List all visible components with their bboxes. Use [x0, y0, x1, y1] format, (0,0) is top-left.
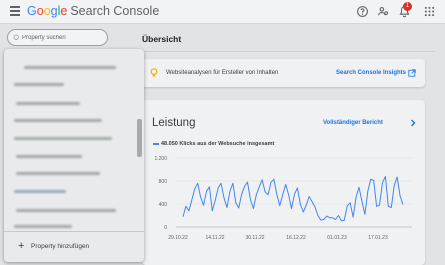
property-item[interactable] — [10, 132, 134, 146]
logo-letter: g — [50, 4, 58, 18]
property-url-blurred — [16, 155, 82, 158]
property-dropdown: + Property hinzufügen — [4, 49, 144, 262]
x-tick-label: 14.11.22 — [205, 235, 224, 241]
property-url-blurred — [16, 172, 100, 175]
property-search-input[interactable] — [22, 31, 106, 44]
open-in-new-icon[interactable] — [408, 69, 416, 77]
plus-icon: + — [18, 240, 25, 252]
property-url-blurred — [14, 83, 64, 86]
logo-letter: o — [43, 4, 51, 18]
logo-letter: e — [60, 4, 68, 18]
help-icon[interactable] — [356, 5, 369, 18]
dropdown-scrollbar[interactable] — [137, 119, 142, 157]
y-tick-label: 800 — [159, 179, 168, 185]
x-tick-label: 17.01.23 — [368, 235, 388, 241]
x-tick-label: 29.10.22 — [168, 235, 188, 241]
header-divider — [108, 51, 445, 52]
property-item[interactable] — [10, 78, 134, 92]
y-tick-label: 400 — [159, 202, 168, 208]
property-item[interactable] — [10, 97, 134, 111]
clicks-series-line — [182, 175, 404, 222]
property-item[interactable] — [10, 61, 134, 75]
property-url-blurred — [16, 209, 116, 212]
property-url-blurred — [16, 102, 80, 105]
product-logo[interactable]: Google Search Console — [27, 4, 159, 18]
property-item[interactable] — [10, 150, 134, 164]
apps-icon[interactable] — [424, 6, 435, 17]
menu-icon[interactable] — [10, 6, 20, 16]
property-url-blurred — [14, 190, 66, 193]
logo-letter: o — [36, 4, 44, 18]
property-url-blurred — [14, 137, 112, 140]
clicks-chart: 1.200 800 400 029.10.22 14.11.22 30.11.22 16.1… — [154, 156, 412, 241]
y-tick-label: 0 — [164, 225, 167, 231]
add-property-label: Property hinzufügen — [31, 243, 90, 250]
insights-description: Websiteanalysen für Ersteller von Inhalt… — [166, 70, 279, 76]
performance-card: Leistung Vollständiger Bericht 48.050 Kl… — [142, 100, 425, 265]
x-tick-label: 01.01.23 — [327, 235, 347, 241]
insights-link[interactable]: Search Console Insights — [336, 70, 406, 76]
property-item[interactable] — [10, 167, 134, 181]
property-item[interactable] — [10, 204, 134, 218]
lightbulb-icon — [150, 68, 158, 77]
y-tick-label: 1.200 — [154, 156, 167, 162]
property-url-blurred — [14, 119, 102, 122]
logo-letter: G — [27, 4, 37, 18]
product-name: Search Console — [70, 4, 160, 18]
add-property-button[interactable]: + Property hinzufügen — [4, 237, 144, 257]
property-url-blurred — [24, 66, 116, 69]
property-search[interactable] — [7, 29, 108, 46]
x-tick-label: 30.11.22 — [245, 235, 264, 241]
insights-card[interactable]: Websiteanalysen für Ersteller von Inhalt… — [142, 59, 425, 87]
search-icon — [13, 34, 19, 40]
page-edge — [435, 25, 445, 265]
manage-users-icon[interactable] — [377, 5, 390, 18]
property-url-blurred — [14, 225, 72, 228]
dropdown-divider — [4, 231, 144, 232]
page-title: Übersicht — [142, 34, 182, 44]
notification-badge: 1 — [403, 2, 412, 11]
x-tick-label: 16.12.22 — [286, 235, 306, 241]
property-item[interactable] — [10, 185, 134, 199]
property-item[interactable] — [10, 114, 134, 128]
top-app-bar: Google Search Console 1 — [0, 0, 445, 24]
